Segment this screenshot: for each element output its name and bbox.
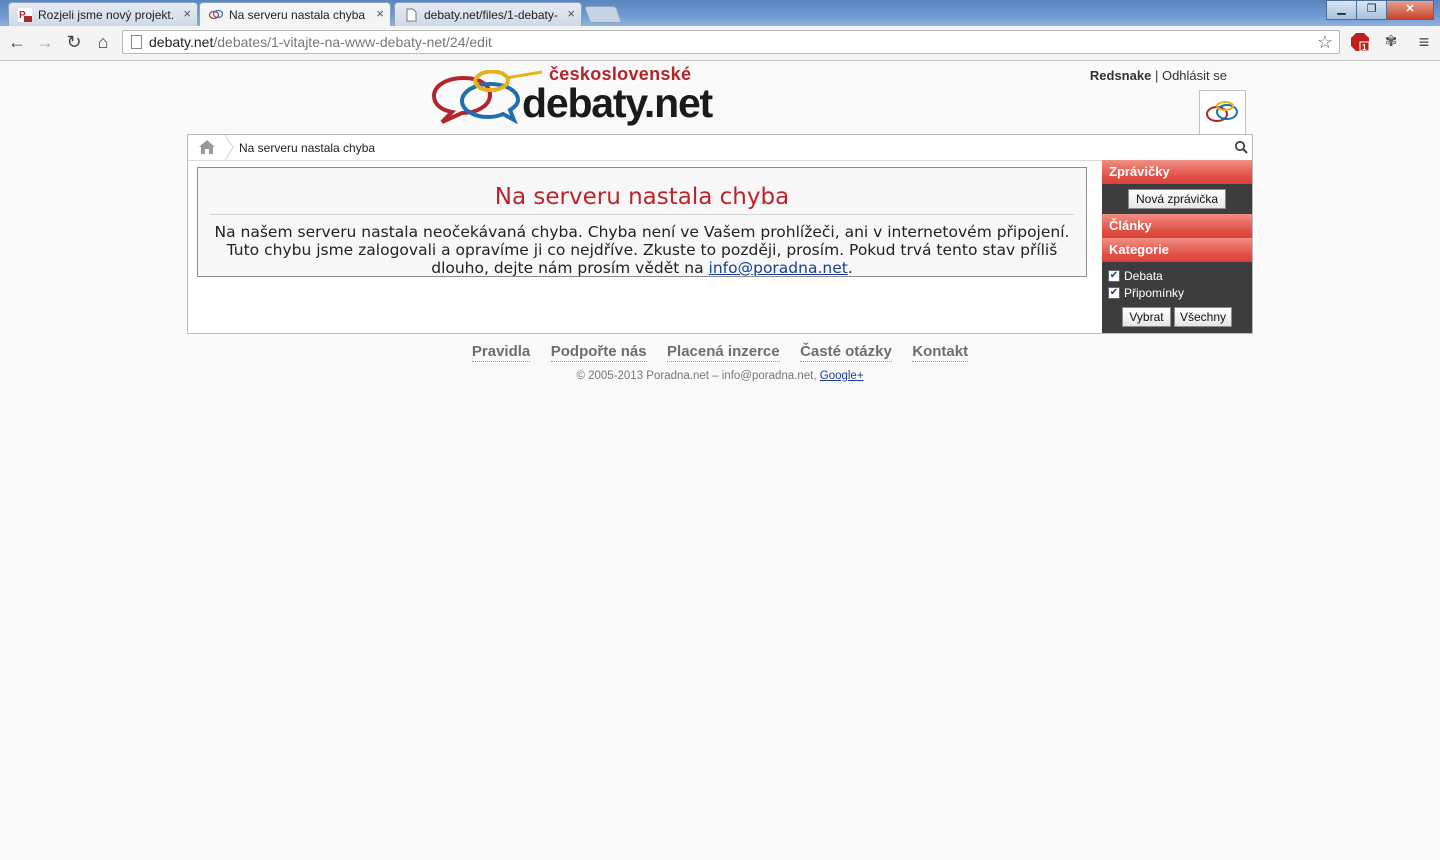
sidebar-news-header[interactable]: Zprávičky xyxy=(1102,160,1252,184)
close-window-button[interactable]: ✕ xyxy=(1386,0,1434,20)
poradna-favicon-icon: P xyxy=(18,8,32,22)
home-icon[interactable]: ⌂ xyxy=(92,31,114,53)
footer-link-contact[interactable]: Kontakt xyxy=(912,343,969,362)
user-bar-separator: | xyxy=(1154,68,1159,83)
footer-links: Pravidla Podpořte nás Placená inzerce Ča… xyxy=(0,343,1440,362)
browser-tab-title: Na serveru nastala chyba xyxy=(229,8,366,22)
browser-tab-title: Rozjeli jsme nový projekt... xyxy=(38,8,175,22)
maximize-button[interactable]: ❐ xyxy=(1356,0,1387,20)
sidebar: Zprávičky Nová zprávička Články Kategori… xyxy=(1102,160,1252,333)
footer-link-faq[interactable]: Časté otázky xyxy=(800,343,892,362)
debaty-favicon-icon xyxy=(209,9,223,20)
address-bar[interactable]: debaty.net/debates/1-vitajte-na-www-deba… xyxy=(122,30,1340,54)
window-controls: ▁ ❐ ✕ xyxy=(1326,0,1434,20)
category-pripominky-label: Připomínky xyxy=(1124,286,1185,300)
sidebar-articles-header[interactable]: Články xyxy=(1102,214,1252,238)
content-frame: Na serveru nastala chyba Na serveru nast… xyxy=(187,134,1253,334)
username-link[interactable]: Redsnake xyxy=(1090,68,1151,83)
contact-email-link[interactable]: info@poradna.net xyxy=(709,259,848,277)
google-plus-link[interactable]: Google+ xyxy=(820,370,864,382)
bookmark-star-icon[interactable]: ☆ xyxy=(1317,32,1333,53)
select-button[interactable]: Vybrat xyxy=(1122,307,1171,327)
stop-sign-icon: 1 xyxy=(1351,33,1370,52)
close-tab-icon[interactable]: × xyxy=(183,6,191,21)
category-debata-checkbox[interactable]: ✔ xyxy=(1108,270,1120,282)
category-pripominky-checkbox[interactable]: ✔ xyxy=(1108,287,1120,299)
close-tab-icon[interactable]: × xyxy=(567,6,575,21)
category-debata-label: Debata xyxy=(1124,269,1163,283)
reload-icon[interactable]: ↻ xyxy=(63,31,85,53)
footer: Pravidla Podpořte nás Placená inzerce Ča… xyxy=(0,343,1440,382)
footer-link-ads[interactable]: Placená inzerce xyxy=(667,343,780,362)
browser-tab-strip: P Rozjeli jsme nový projekt... × Na serv… xyxy=(0,0,1440,26)
svg-text:1: 1 xyxy=(1362,43,1367,52)
error-message: Na našem serveru nastala neočekávaná chy… xyxy=(212,223,1072,277)
user-bar: Redsnake | Odhlásit se xyxy=(1090,68,1227,83)
error-message-end: . xyxy=(847,259,853,277)
browser-tab-3[interactable]: debaty.net/files/1-debaty- × xyxy=(394,2,582,26)
breadcrumb-separator-icon xyxy=(224,135,234,160)
browser-tab-title: debaty.net/files/1-debaty- xyxy=(424,8,558,22)
page-favicon-icon xyxy=(406,8,417,22)
new-tab-button[interactable] xyxy=(583,6,623,23)
logout-link[interactable]: Odhlásit se xyxy=(1162,68,1227,83)
puzzle-extension-icon[interactable]: ✾ xyxy=(1381,32,1401,52)
browser-toolbar: ← → ↻ ⌂ debaty.net/debates/1-vitajte-na-… xyxy=(0,26,1440,61)
logo-title: debaty.net xyxy=(522,80,713,126)
error-message-text: Na našem serveru nastala neočekávaná chy… xyxy=(214,223,1070,277)
home-icon[interactable] xyxy=(198,139,216,155)
url-path: /debates/1-vitajte-na-www-debaty-net/24/… xyxy=(213,34,492,50)
error-box: Na serveru nastala chyba Na našem server… xyxy=(197,167,1087,277)
copyright: © 2005-2013 Poradna.net – info@poradna.n… xyxy=(0,370,1440,382)
url-host: debaty.net xyxy=(149,34,214,50)
url-text[interactable]: debaty.net/debates/1-vitajte-na-www-deba… xyxy=(149,34,492,50)
all-button[interactable]: Všechny xyxy=(1174,307,1232,327)
error-title: Na serveru nastala chyba xyxy=(210,184,1074,215)
close-tab-icon[interactable]: × xyxy=(376,6,384,21)
search-icon[interactable] xyxy=(1234,140,1248,154)
sidebar-categories-header[interactable]: Kategorie xyxy=(1102,238,1252,262)
footer-link-rules[interactable]: Pravidla xyxy=(471,343,531,362)
menu-icon[interactable]: ≡ xyxy=(1414,32,1434,52)
adblock-extension-icon[interactable]: 1 xyxy=(1350,32,1370,52)
forward-icon[interactable]: → xyxy=(34,31,56,53)
site-logo[interactable]: československé debaty.net xyxy=(432,64,722,128)
site-switch-tab[interactable] xyxy=(1199,90,1246,136)
minimize-button[interactable]: ▁ xyxy=(1326,0,1357,20)
browser-tab-1[interactable]: P Rozjeli jsme nový projekt... × xyxy=(8,2,198,26)
mini-logo-icon xyxy=(1206,101,1238,122)
copyright-text: © 2005-2013 Poradna.net – info@poradna.n… xyxy=(576,370,817,382)
browser-tab-2[interactable]: Na serveru nastala chyba × xyxy=(199,2,391,26)
new-news-button[interactable]: Nová zprávička xyxy=(1128,189,1226,209)
footer-link-support[interactable]: Podpořte nás xyxy=(550,343,647,362)
page-icon xyxy=(131,35,142,49)
breadcrumb-current: Na serveru nastala chyba xyxy=(239,141,376,155)
back-icon[interactable]: ← xyxy=(6,31,28,53)
breadcrumb: Na serveru nastala chyba xyxy=(188,135,1252,161)
